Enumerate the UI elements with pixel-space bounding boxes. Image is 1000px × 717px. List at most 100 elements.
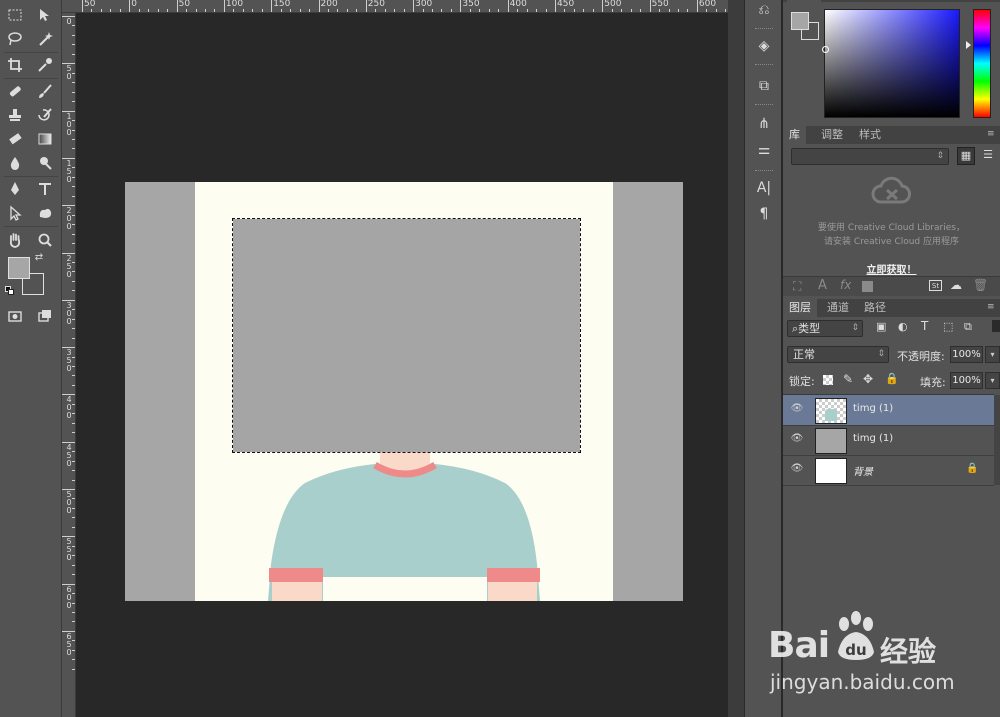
stock-icon[interactable]: St: [929, 280, 942, 291]
ruler-minor-tick: [630, 9, 632, 12]
add-graphic-icon[interactable]: ⛶: [793, 279, 801, 294]
filter-shape-layers-icon[interactable]: ⬚: [943, 320, 953, 333]
filter-type-layers-icon[interactable]: T: [921, 319, 928, 333]
layer-name[interactable]: 背景: [853, 463, 873, 478]
type-tool-icon[interactable]: [33, 178, 57, 200]
layer-filter-label: 类型: [798, 322, 821, 335]
ruler-tick: [82, 0, 83, 12]
fill-input[interactable]: 100%: [950, 372, 983, 389]
layer-row[interactable]: 👁 timg (1): [783, 425, 994, 456]
opacity-input[interactable]: 100%: [950, 346, 983, 363]
hue-slider[interactable]: [973, 9, 991, 118]
filter-toggle-icon[interactable]: [992, 320, 1000, 332]
ruler-minor-tick: [621, 9, 623, 12]
character-panel-icon[interactable]: A|: [753, 178, 775, 198]
grid-view-icon[interactable]: ▦: [957, 147, 975, 165]
marquee-tool-icon[interactable]: [3, 4, 27, 26]
ruler-label: 50: [84, 0, 96, 9]
lock-position-icon[interactable]: ✥: [863, 372, 873, 386]
history-brush-tool-icon[interactable]: [33, 104, 57, 126]
tab-styles[interactable]: 样式: [853, 126, 887, 144]
filter-smart-objects-icon[interactable]: ⧉: [964, 320, 972, 334]
ruler-minor-tick: [72, 120, 75, 122]
creative-cloud-offline-icon: [871, 176, 911, 208]
dodge-tool-icon[interactable]: [33, 152, 57, 174]
library-select[interactable]: ⇕: [791, 148, 949, 165]
ruler-tick: [365, 0, 367, 12]
default-colors-icon[interactable]: [5, 286, 15, 296]
3d-panel-icon[interactable]: ◈: [753, 36, 775, 56]
marquee-selection[interactable]: [232, 218, 581, 453]
opacity-dropdown-arrow-icon[interactable]: ▾: [985, 346, 1000, 363]
color-picker-field[interactable]: [822, 9, 960, 118]
history-panel-icon[interactable]: ⎌: [753, 0, 775, 20]
healing-brush-tool-icon[interactable]: [3, 80, 27, 102]
lock-image-pixels-icon[interactable]: ✎: [843, 372, 853, 386]
magic-wand-tool-icon[interactable]: [33, 28, 57, 50]
lasso-tool-icon[interactable]: [3, 28, 27, 50]
tab-layers[interactable]: 图层: [783, 299, 817, 317]
layer-row[interactable]: 👁 timg (1): [783, 395, 994, 426]
gradient-tool-icon[interactable]: [33, 128, 57, 150]
blend-mode-select[interactable]: 正常 ⇕: [787, 346, 889, 363]
tab-swatches[interactable]: 色板: [819, 0, 853, 2]
custom-shape-tool-icon[interactable]: [33, 202, 57, 224]
layers-panel-menu-icon[interactable]: ≡: [987, 302, 995, 312]
brush-presets-icon[interactable]: ⋔: [753, 114, 775, 134]
layer-name[interactable]: timg (1): [853, 433, 893, 444]
brush-settings-icon[interactable]: ⚌: [753, 140, 775, 160]
add-fill-color-icon[interactable]: [862, 281, 873, 292]
crop-tool-icon[interactable]: [3, 54, 27, 76]
zoom-tool-icon[interactable]: [33, 229, 57, 251]
panel-menu-icon[interactable]: ≡: [987, 129, 995, 139]
lock-all-icon[interactable]: 🔒: [885, 372, 899, 385]
layer-row[interactable]: 👁 背景 🔒: [783, 455, 994, 486]
add-character-style-icon[interactable]: A: [818, 278, 827, 293]
filter-pixel-layers-icon[interactable]: ▣: [876, 320, 886, 333]
ruler-label: 200: [320, 0, 338, 9]
blur-tool-icon[interactable]: [3, 152, 27, 174]
move-tool-icon[interactable]: [33, 4, 57, 26]
eraser-tool-icon[interactable]: [3, 128, 27, 150]
visibility-eye-icon[interactable]: 👁: [790, 463, 804, 477]
screen-mode-icon[interactable]: [33, 305, 57, 327]
fill-dropdown-arrow-icon[interactable]: ▾: [985, 372, 1000, 389]
path-selection-tool-icon[interactable]: [3, 202, 27, 224]
hand-tool-icon[interactable]: [3, 229, 27, 251]
layer-name[interactable]: timg (1): [853, 403, 893, 414]
hue-slider-handle[interactable]: [966, 41, 971, 49]
sync-cloud-icon[interactable]: ☁: [950, 278, 962, 292]
properties-panel-icon[interactable]: ⧉: [753, 76, 775, 96]
filter-adjustment-layers-icon[interactable]: ◐: [898, 320, 908, 333]
color-picker-cursor[interactable]: [822, 46, 829, 53]
clone-stamp-tool-icon[interactable]: [3, 104, 27, 126]
dock-grip: [755, 104, 773, 108]
layer-lock-icon[interactable]: 🔒: [966, 463, 978, 474]
tab-color[interactable]: 颜色: [787, 0, 821, 2]
ruler-minor-tick: [72, 101, 75, 103]
quick-mask-icon[interactable]: [3, 305, 27, 327]
layers-scrollbar[interactable]: [994, 395, 1000, 485]
tab-library[interactable]: 库: [783, 126, 806, 144]
pen-tool-icon[interactable]: [3, 178, 27, 200]
tab-paths[interactable]: 路径: [858, 299, 892, 317]
visibility-eye-icon[interactable]: 👁: [790, 403, 804, 417]
toolbar-divider: [4, 226, 58, 227]
brush-tool-icon[interactable]: [33, 80, 57, 102]
layer-filter-select[interactable]: ⌕类型 ⇕: [787, 320, 863, 337]
paragraph-panel-icon[interactable]: ¶: [753, 204, 775, 224]
add-layer-style-icon[interactable]: fx: [840, 278, 851, 292]
tab-channels[interactable]: 通道: [821, 299, 855, 317]
select-arrows-icon: ⇕: [877, 349, 885, 359]
ruler-minor-tick: [479, 9, 481, 12]
lock-transparent-pixels-icon[interactable]: [823, 375, 833, 385]
ruler-minor-tick: [72, 574, 75, 576]
trash-icon[interactable]: 🗑: [973, 278, 988, 292]
visibility-eye-icon[interactable]: 👁: [790, 433, 804, 447]
swap-colors-icon[interactable]: ⇄: [32, 252, 46, 264]
tab-adjustments[interactable]: 调整: [815, 126, 849, 144]
eyedropper-tool-icon[interactable]: [33, 54, 57, 76]
list-view-icon[interactable]: ☰: [979, 147, 997, 165]
ruler-minor-tick: [677, 9, 679, 12]
get-app-link[interactable]: 立即获取！: [783, 261, 1000, 276]
